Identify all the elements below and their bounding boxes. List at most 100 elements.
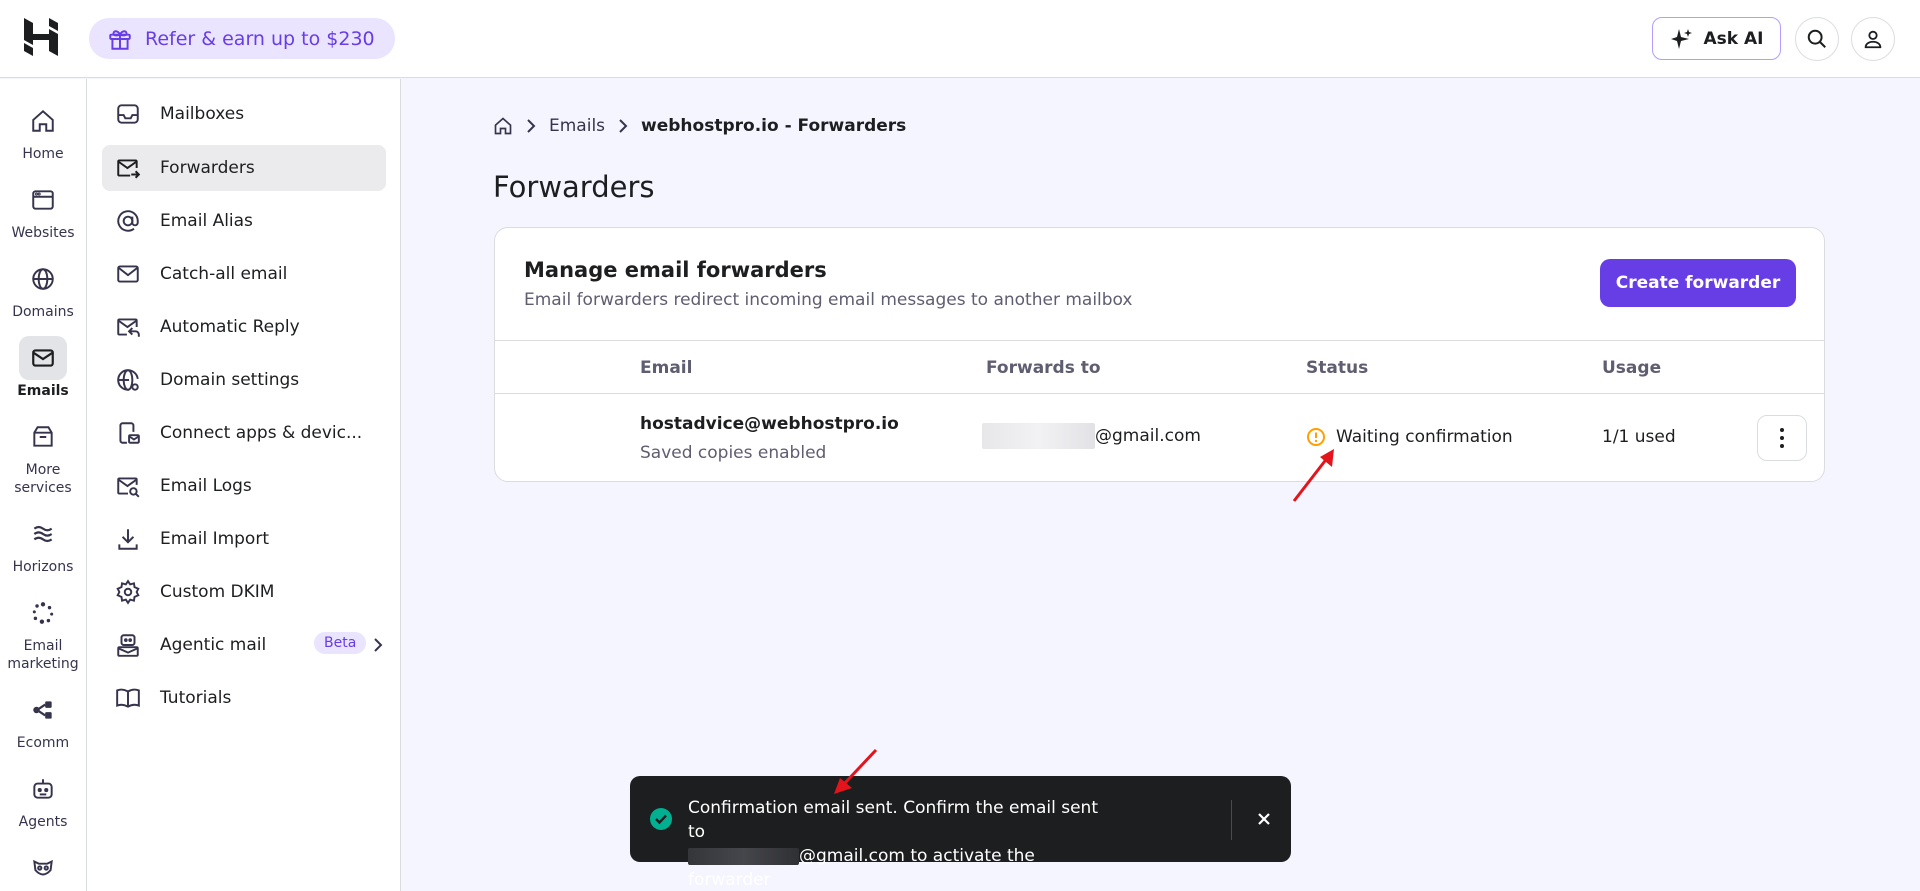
rail-label: Home	[22, 146, 64, 162]
ask-ai-label: Ask AI	[1703, 28, 1764, 49]
mail-search-icon	[114, 472, 142, 500]
chevron-right-icon	[527, 119, 536, 133]
globe-settings-icon	[114, 366, 142, 394]
owl-icon	[19, 846, 67, 890]
robot-icon	[19, 767, 67, 811]
redacted-block	[982, 423, 1095, 449]
rail-label: Agents	[18, 814, 68, 830]
phone-mail-icon	[114, 419, 142, 447]
sidebar-item-forwarders[interactable]: Forwarders	[102, 145, 386, 191]
sidebar-item-domain-settings[interactable]: Domain settings	[102, 357, 386, 403]
ask-ai-button[interactable]: Ask AI	[1652, 17, 1781, 60]
status-cell: Waiting confirmation	[1306, 427, 1513, 447]
inbox-icon	[114, 100, 142, 128]
sidebar-item-label: Connect apps & devic...	[160, 423, 363, 443]
column-header-status: Status	[1306, 358, 1369, 378]
sidebar-item-tutorials[interactable]: Tutorials	[102, 675, 386, 721]
usage-value: 1/1 used	[1602, 427, 1676, 447]
forwarder-email-note: Saved copies enabled	[640, 443, 827, 463]
forwards-to-cell: @gmail.com	[982, 423, 1201, 449]
sparkle-icon	[1670, 28, 1692, 49]
toast-line-1: Confirmation email sent. Confirm the ema…	[688, 798, 1098, 842]
page-title: Forwarders	[493, 170, 655, 204]
rail-item-more[interactable]	[0, 846, 86, 890]
chevron-right-icon	[374, 638, 383, 652]
redacted-block	[688, 847, 799, 865]
email-marketing-icon	[19, 591, 67, 635]
column-header-email: Email	[640, 358, 693, 378]
forwards-to-domain: @gmail.com	[1095, 426, 1201, 446]
breadcrumb-emails[interactable]: Emails	[549, 116, 605, 136]
sidebar-item-agentic-mail[interactable]: Agentic mail Beta	[102, 622, 386, 668]
rail-item-home[interactable]: Home	[0, 99, 86, 163]
toast-notification: Confirmation email sent. Confirm the ema…	[630, 776, 1291, 890]
sidebar-item-catch-all[interactable]: Catch-all email	[102, 251, 386, 297]
sidebar-item-email-import[interactable]: Email Import	[102, 516, 386, 562]
rail-item-agents[interactable]: Agents	[0, 767, 86, 831]
toast-close-button[interactable]	[1250, 805, 1278, 833]
row-actions-button[interactable]	[1757, 415, 1807, 461]
home-icon[interactable]	[493, 116, 513, 136]
main-nav-rail: Home Websites Domains Emails More servic…	[0, 79, 87, 891]
refer-label: Refer & earn up to $230	[145, 27, 375, 50]
at-sign-icon	[114, 207, 142, 235]
sidebar-item-mailboxes[interactable]: Mailboxes	[102, 91, 386, 137]
rail-label: More services	[14, 462, 72, 496]
sidebar-item-email-logs[interactable]: Email Logs	[102, 463, 386, 509]
warning-icon	[1307, 428, 1325, 446]
sidebar-item-label: Agentic mail	[160, 635, 267, 655]
agent-mail-icon	[114, 631, 142, 659]
sidebar-item-label: Forwarders	[160, 158, 255, 178]
browser-icon	[19, 178, 67, 222]
rail-item-more-services[interactable]: More services	[0, 415, 86, 497]
annotation-arrow	[834, 748, 878, 794]
rail-label: Ecomm	[16, 735, 70, 751]
rail-label: Email marketing	[7, 638, 79, 672]
rail-item-horizons[interactable]: Horizons	[0, 512, 86, 576]
check-circle-icon	[650, 808, 672, 830]
refer-earn-button[interactable]: Refer & earn up to $230	[89, 18, 395, 59]
account-button[interactable]	[1851, 17, 1895, 61]
rail-item-ecomm[interactable]: Ecomm	[0, 688, 86, 752]
close-icon	[1258, 813, 1270, 825]
rail-label: Emails	[17, 383, 69, 399]
toast-message: Confirmation email sent. Confirm the ema…	[688, 796, 1118, 891]
sidebar-item-label: Tutorials	[160, 688, 232, 708]
rail-label: Horizons	[12, 559, 74, 575]
horizons-icon	[19, 512, 67, 556]
create-forwarder-button[interactable]: Create forwarder	[1600, 259, 1796, 307]
sidebar-item-label: Email Logs	[160, 476, 252, 496]
toast-divider	[1231, 800, 1232, 840]
sidebar-item-email-alias[interactable]: Email Alias	[102, 198, 386, 244]
search-icon	[1807, 29, 1826, 48]
sidebar-item-custom-dkim[interactable]: Custom DKIM	[102, 569, 386, 615]
ecomm-icon	[19, 688, 67, 732]
sidebar-item-label: Email Import	[160, 529, 269, 549]
hostinger-logo[interactable]	[24, 18, 58, 56]
column-header-usage: Usage	[1602, 358, 1662, 378]
column-header-forwards-to: Forwards to	[986, 358, 1101, 378]
sidebar-item-connect-apps[interactable]: Connect apps & devic...	[102, 410, 386, 456]
table-row: hostadvice@webhostpro.io Saved copies en…	[495, 395, 1824, 481]
sidebar-item-label: Automatic Reply	[160, 317, 300, 337]
forwarders-card: Manage email forwarders Email forwarders…	[494, 227, 1825, 482]
sidebar-item-label: Mailboxes	[160, 104, 245, 124]
table-header: Email Forwards to Status Usage	[495, 340, 1824, 394]
mail-forward-icon	[114, 154, 142, 182]
rail-label: Websites	[11, 225, 75, 241]
gear-icon	[114, 578, 142, 606]
download-icon	[114, 525, 142, 553]
breadcrumb-current: webhostpro.io - Forwarders	[641, 116, 907, 136]
rail-item-domains[interactable]: Domains	[0, 257, 86, 321]
sidebar-item-label: Email Alias	[160, 211, 253, 231]
sidebar-item-automatic-reply[interactable]: Automatic Reply	[102, 304, 386, 350]
rail-item-emails[interactable]: Emails	[0, 336, 86, 400]
email-sidebar: Mailboxes Forwarders Email Alias Catch-a…	[87, 79, 401, 891]
sidebar-item-label: Custom DKIM	[160, 582, 275, 602]
search-button[interactable]	[1795, 17, 1839, 61]
card-title: Manage email forwarders	[524, 258, 827, 282]
rail-item-websites[interactable]: Websites	[0, 178, 86, 242]
forwarder-email: hostadvice@webhostpro.io	[640, 414, 899, 434]
rail-item-email-marketing[interactable]: Email marketing	[0, 591, 86, 673]
beta-badge: Beta	[314, 632, 367, 654]
